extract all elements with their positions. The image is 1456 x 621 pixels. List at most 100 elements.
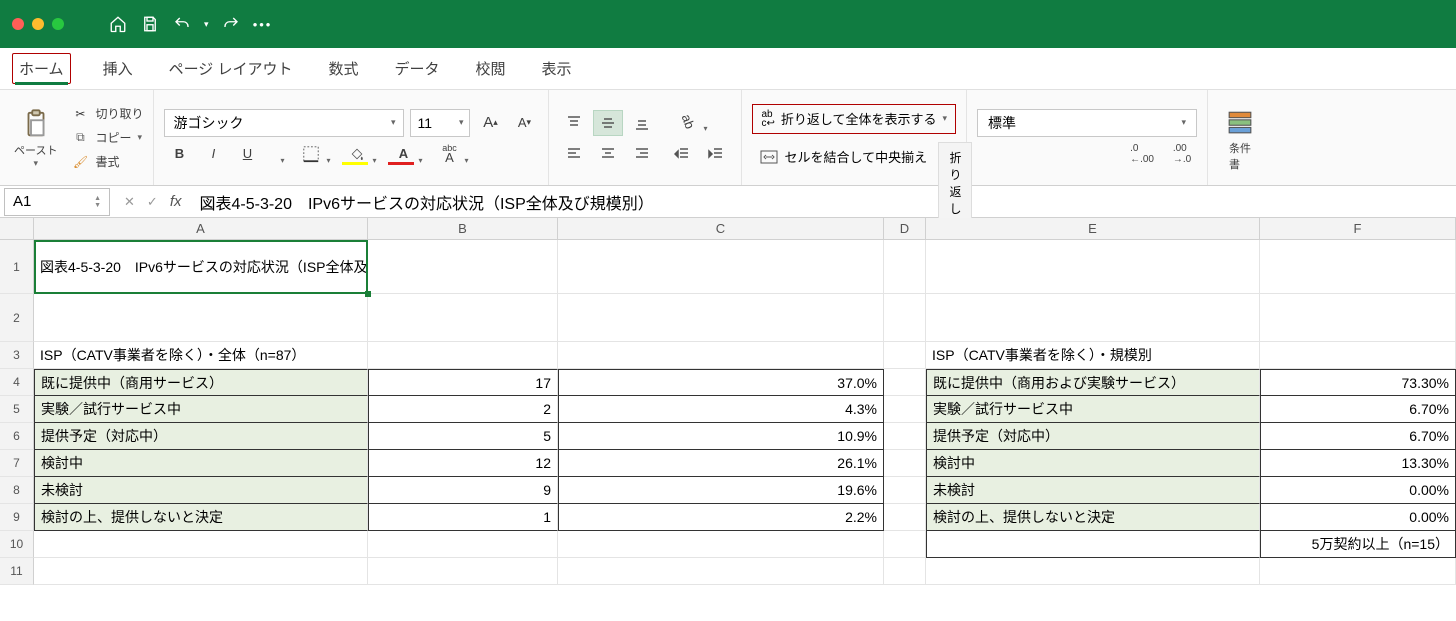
cell-c10[interactable]	[558, 531, 884, 558]
cell-b4[interactable]: 17	[368, 369, 558, 396]
row-header-1[interactable]: 1	[0, 240, 34, 294]
undo-icon[interactable]	[172, 14, 192, 34]
cell-f10[interactable]: 5万契約以上（n=15）	[1260, 531, 1456, 558]
row-header-8[interactable]: 8	[0, 477, 34, 504]
cell-d2[interactable]	[884, 294, 926, 342]
row-header-6[interactable]: 6	[0, 423, 34, 450]
underline-button[interactable]: U	[232, 141, 262, 167]
cell-b11[interactable]	[368, 558, 558, 585]
phonetic-button[interactable]: abcA	[428, 141, 470, 167]
paste-button[interactable]: ペースト ▾	[10, 106, 61, 169]
cell-e2[interactable]	[926, 294, 1260, 342]
align-center-button[interactable]	[593, 140, 623, 166]
tab-home[interactable]: ホーム	[12, 53, 71, 84]
cell-b7[interactable]: 12	[368, 450, 558, 477]
cell-b8[interactable]: 9	[368, 477, 558, 504]
cell-e6[interactable]: 提供予定（対応中）	[926, 423, 1260, 450]
cell-f2[interactable]	[1260, 294, 1456, 342]
row-header-5[interactable]: 5	[0, 396, 34, 423]
cell-a8[interactable]: 未検討	[34, 477, 368, 504]
name-box[interactable]: A1 ▲▼	[4, 188, 110, 216]
cell-f4[interactable]: 73.30%	[1260, 369, 1456, 396]
cell-d7[interactable]	[884, 450, 926, 477]
cell-a1[interactable]: 図表4-5-3-20 IPv6サービスの対応状況（ISP全体及び規模別）	[34, 240, 368, 294]
decrease-indent-button[interactable]	[667, 141, 697, 167]
cell-d10[interactable]	[884, 531, 926, 558]
redo-icon[interactable]	[221, 14, 241, 34]
number-format-select[interactable]: 標準▾	[977, 109, 1197, 137]
cell-b2[interactable]	[368, 294, 558, 342]
tab-view[interactable]: 表示	[538, 52, 576, 85]
cell-d5[interactable]	[884, 396, 926, 423]
font-color-button[interactable]: A	[382, 141, 424, 167]
increase-indent-button[interactable]	[701, 141, 731, 167]
fill-color-button[interactable]	[336, 141, 378, 167]
align-top-button[interactable]	[559, 110, 589, 136]
row-header-10[interactable]: 10	[0, 531, 34, 558]
align-right-button[interactable]	[627, 140, 657, 166]
col-header-a[interactable]: A	[34, 218, 368, 239]
col-header-f[interactable]: F	[1260, 218, 1456, 239]
cell-a10[interactable]	[34, 531, 368, 558]
align-middle-button[interactable]	[593, 110, 623, 136]
cell-b9[interactable]: 1	[368, 504, 558, 531]
row-header-7[interactable]: 7	[0, 450, 34, 477]
cell-e11[interactable]	[926, 558, 1260, 585]
increase-decimal-button[interactable]: .0←.00	[1127, 141, 1157, 167]
cell-d1[interactable]	[884, 240, 926, 294]
row-header-2[interactable]: 2	[0, 294, 34, 342]
tab-data[interactable]: データ	[390, 52, 443, 85]
cell-c5[interactable]: 4.3%	[558, 396, 884, 423]
cell-e8[interactable]: 未検討	[926, 477, 1260, 504]
cell-d6[interactable]	[884, 423, 926, 450]
align-left-button[interactable]	[559, 140, 589, 166]
orientation-button[interactable]: ab	[667, 109, 709, 135]
align-bottom-button[interactable]	[627, 110, 657, 136]
bold-button[interactable]: B	[164, 141, 194, 167]
tab-insert[interactable]: 挿入	[99, 52, 137, 85]
cell-a3[interactable]: ISP（CATV事業者を除く）・全体（n=87）	[34, 342, 368, 369]
cell-c8[interactable]: 19.6%	[558, 477, 884, 504]
cell-d4[interactable]	[884, 369, 926, 396]
cell-a6[interactable]: 提供予定（対応中）	[34, 423, 368, 450]
tab-formulas[interactable]: 数式	[324, 52, 362, 85]
cell-c7[interactable]: 26.1%	[558, 450, 884, 477]
cell-d8[interactable]	[884, 477, 926, 504]
cell-a2[interactable]	[34, 294, 368, 342]
cell-d3[interactable]	[884, 342, 926, 369]
cell-c9[interactable]: 2.2%	[558, 504, 884, 531]
tab-review[interactable]: 校閲	[471, 52, 509, 85]
zoom-window-button[interactable]	[52, 18, 64, 30]
cell-e4[interactable]: 既に提供中（商用および実験サービス）	[926, 369, 1260, 396]
cell-d9[interactable]	[884, 504, 926, 531]
cell-b3[interactable]	[368, 342, 558, 369]
formula-input[interactable]: 図表4-5-3-20 IPv6サービスの対応状況（ISP全体及び規模別）	[191, 190, 653, 214]
accept-formula-icon[interactable]: ✓	[147, 194, 158, 210]
cell-e7[interactable]: 検討中	[926, 450, 1260, 477]
cell-c2[interactable]	[558, 294, 884, 342]
cell-f5[interactable]: 6.70%	[1260, 396, 1456, 423]
cell-f11[interactable]	[1260, 558, 1456, 585]
select-all-corner[interactable]	[0, 218, 34, 239]
merge-center-button[interactable]: セルを結合して中央揃え	[752, 142, 956, 172]
cell-b10[interactable]	[368, 531, 558, 558]
conditional-format-button[interactable]: 条件 書	[1218, 104, 1262, 172]
col-header-c[interactable]: C	[558, 218, 884, 239]
col-header-d[interactable]: D	[884, 218, 926, 239]
cell-a5[interactable]: 実験／試行サービス中	[34, 396, 368, 423]
cell-f9[interactable]: 0.00%	[1260, 504, 1456, 531]
cell-f1[interactable]	[1260, 240, 1456, 294]
more-icon[interactable]: •••	[253, 14, 273, 34]
cell-c11[interactable]	[558, 558, 884, 585]
close-window-button[interactable]	[12, 18, 24, 30]
home-icon[interactable]	[108, 14, 128, 34]
cell-e10[interactable]	[926, 531, 1260, 558]
cell-a11[interactable]	[34, 558, 368, 585]
row-header-3[interactable]: 3	[0, 342, 34, 369]
cell-b5[interactable]: 2	[368, 396, 558, 423]
cell-f7[interactable]: 13.30%	[1260, 450, 1456, 477]
fx-icon[interactable]: fx	[170, 193, 182, 210]
row-header-4[interactable]: 4	[0, 369, 34, 396]
col-header-b[interactable]: B	[368, 218, 558, 239]
format-painter-button[interactable]: 🖌書式	[71, 151, 143, 173]
